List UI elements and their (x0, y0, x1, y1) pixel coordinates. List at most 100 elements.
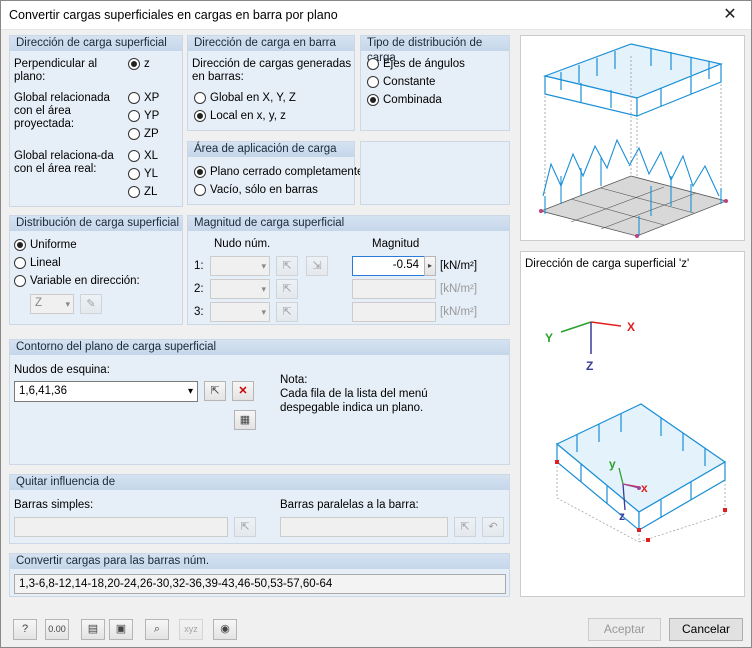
distribution-type-group: Tipo de distribución de carga Ejes de án… (360, 35, 510, 131)
group-header: Magnitud de carga superficial (188, 216, 509, 231)
radio-zp[interactable] (128, 128, 140, 140)
view-icon[interactable]: ◉ (213, 619, 237, 640)
group-header: Distribución de carga superficial (10, 216, 182, 231)
radio-uniforme-label: Uniforme (30, 239, 77, 251)
convert-bars-value: 1,3-6,8-12,14-18,20-24,26-30,32-36,39-43… (19, 578, 333, 590)
arrow-right-button[interactable]: ▸ (424, 256, 436, 276)
delete-plane-button[interactable]: ✕ (232, 381, 254, 401)
cancel-button[interactable]: Cancelar (669, 618, 743, 641)
unit-label-2: [kN/m²] (440, 283, 478, 295)
radio-z-label: z (144, 58, 150, 70)
pick-node-button-3[interactable]: ⇱ (276, 302, 298, 322)
convert-bars-group: Convertir cargas para las barras núm. 1,… (9, 553, 510, 597)
open-folder-icon[interactable]: ▤ (81, 619, 105, 640)
radio-variable[interactable] (14, 275, 26, 287)
radio-ejes[interactable] (367, 58, 379, 70)
radio-yp-label: YP (144, 110, 160, 122)
radio-zl[interactable] (128, 186, 140, 198)
direction-select[interactable]: Z ▾ (30, 294, 74, 314)
group-header: Contorno del plano de carga superficial (10, 340, 509, 355)
units-button[interactable]: 0.00 (45, 619, 69, 640)
title-bar: Convertir cargas superficiales en cargas… (1, 1, 751, 30)
perpendicular-label: Perpendicular al plano: (14, 58, 98, 83)
radio-global[interactable] (194, 92, 206, 104)
note-title: Nota: (280, 374, 308, 386)
radio-xp-label: XP (144, 92, 160, 104)
group-header: Quitar influencia de (10, 475, 509, 490)
surface-distribution-group: Distribución de carga superficial Unifor… (9, 215, 183, 325)
dialog-window: Convertir cargas superficiales en cargas… (0, 0, 752, 648)
radio-cerrado[interactable] (194, 166, 206, 178)
radio-vacio[interactable] (194, 184, 206, 196)
row-label: 3: (194, 306, 204, 318)
group-header: Tipo de distribución de carga (361, 36, 509, 64)
parallel-bars-label: Barras paralelas a la barra: (280, 499, 419, 511)
radio-z[interactable] (128, 58, 140, 70)
radio-combinada[interactable] (367, 94, 379, 106)
simple-bars-input[interactable] (14, 517, 228, 537)
accept-button[interactable]: Aceptar (588, 618, 661, 641)
simple-bars-label: Barras simples: (14, 499, 94, 511)
row-label: 1: (194, 260, 204, 272)
edit-direction-button[interactable]: ✎ (80, 294, 102, 314)
radio-xp[interactable] (128, 92, 140, 104)
radio-local[interactable] (194, 110, 206, 122)
radio-lineal[interactable] (14, 257, 26, 269)
corner-nodes-value: 1,6,41,36 (19, 385, 67, 397)
empty-group (360, 141, 510, 205)
radio-xl[interactable] (128, 150, 140, 162)
radio-yp[interactable] (128, 110, 140, 122)
save-icon[interactable]: ▣ (109, 619, 133, 640)
local-y-label: y (609, 457, 616, 471)
surface-direction-group: Dirección de carga superficial Perpendic… (9, 35, 183, 207)
contour-group: Contorno del plano de carga superficial … (9, 339, 510, 465)
pick-multi-button[interactable]: ⇲ (306, 256, 328, 276)
node-select-3[interactable]: ▾ (210, 302, 270, 322)
group-header: Dirección de carga en barra (188, 36, 354, 51)
help-button[interactable]: ? (13, 619, 37, 640)
convert-bars-input[interactable]: 1,3-6,8-12,14-18,20-24,26-30,32-36,39-43… (14, 574, 506, 594)
radio-constante[interactable] (367, 76, 379, 88)
radio-uniforme[interactable] (14, 239, 26, 251)
global-projected-label: Global relacionada con el área proyectad… (14, 92, 110, 130)
local-z-label: z (619, 509, 625, 523)
radio-cerrado-label: Plano cerrado completamente (210, 166, 364, 178)
global-real-label: Global relaciona-da con el área real: (14, 150, 114, 175)
axis-z-label: Z (586, 359, 593, 373)
pick-parallel-bars-button[interactable]: ⇱ (454, 517, 476, 537)
radio-xl-label: XL (144, 150, 159, 162)
radio-constante-label: Constante (383, 76, 436, 88)
corner-nodes-select[interactable]: 1,6,41,36 ▾ (14, 381, 198, 402)
chevron-down-icon: ▾ (261, 307, 266, 317)
table-import-button[interactable]: ▦ (234, 410, 256, 430)
chevron-down-icon: ▾ (65, 299, 70, 309)
close-icon[interactable]: ✕ (719, 4, 741, 24)
radio-yl[interactable] (128, 168, 140, 180)
pick-nodes-button[interactable]: ⇱ (204, 381, 226, 401)
chevron-down-icon: ▾ (261, 284, 266, 294)
preview-direction-panel: Dirección de carga superficial 'z' X Y Z… (520, 251, 745, 597)
magnitude-group: Magnitud de carga superficial Nudo núm. … (187, 215, 510, 325)
coordinates-icon[interactable]: xyz (179, 619, 203, 640)
node-select-1[interactable]: ▾ (210, 256, 270, 276)
chevron-down-icon: ▾ (261, 261, 266, 271)
window-title: Convertir cargas superficiales en cargas… (9, 8, 338, 22)
undo-parallel-button[interactable]: ↶ (482, 517, 504, 537)
search-table-icon[interactable]: ⌕ (145, 619, 169, 640)
radio-variable-label: Variable en dirección: (30, 275, 140, 287)
remove-influence-group: Quitar influencia de Barras simples: ⇱ B… (9, 474, 510, 544)
magnitude-input-3[interactable] (352, 302, 436, 322)
magnitude-input-2[interactable] (352, 279, 436, 299)
radio-global-label: Global en X, Y, Z (210, 92, 296, 104)
radio-local-label: Local en x, y, z (210, 110, 286, 122)
unit-label-1: [kN/m²] (440, 260, 478, 272)
parallel-bars-input[interactable] (280, 517, 448, 537)
axis-x-label: X (627, 320, 635, 334)
note-text-1: Cada fila de la lista del menú (280, 388, 428, 400)
pick-node-button-1[interactable]: ⇱ (276, 256, 298, 276)
pick-simple-bars-button[interactable]: ⇱ (234, 517, 256, 537)
node-select-2[interactable]: ▾ (210, 279, 270, 299)
pick-node-button-2[interactable]: ⇱ (276, 279, 298, 299)
node-column-header: Nudo núm. (214, 238, 271, 250)
row-label: 2: (194, 283, 204, 295)
